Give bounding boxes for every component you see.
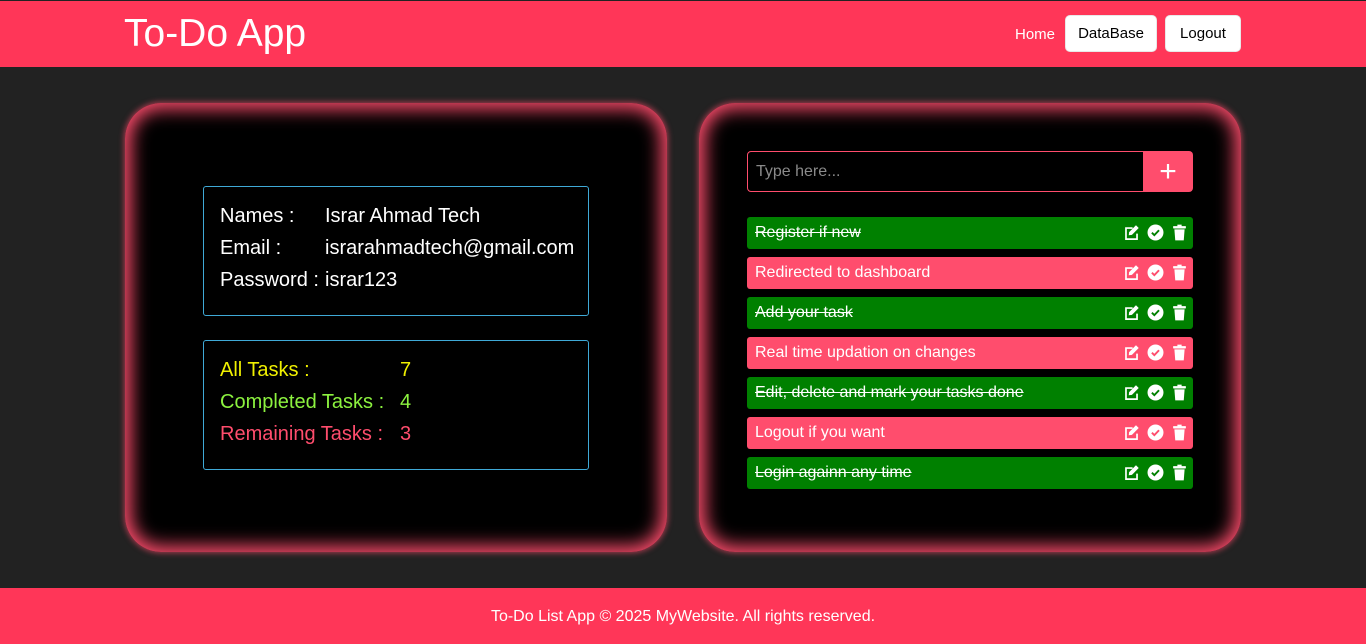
task-item: Add your task <box>747 297 1193 329</box>
database-button[interactable]: DataBase <box>1065 15 1157 52</box>
all-tasks-label: All Tasks : <box>220 359 310 381</box>
task-item: Edit, delete and mark your tasks done <box>747 377 1193 409</box>
password-label: Password : <box>220 269 319 291</box>
check-circle-icon[interactable] <box>1147 344 1164 361</box>
all-tasks-row: All Tasks : 7 <box>220 358 411 382</box>
task-text: Redirected to dashboard <box>755 264 931 281</box>
completed-tasks-row: Completed Tasks : 4 <box>220 390 411 414</box>
password-value: israr123 <box>325 269 398 291</box>
check-circle-icon[interactable] <box>1147 384 1164 401</box>
task-text: Real time updation on changes <box>755 344 976 361</box>
edit-icon[interactable] <box>1123 344 1140 361</box>
check-circle-icon[interactable] <box>1147 264 1164 281</box>
nav-home-link[interactable]: Home <box>1015 26 1055 43</box>
edit-icon[interactable] <box>1123 464 1140 481</box>
completed-tasks-label: Completed Tasks : <box>220 391 385 413</box>
edit-icon[interactable] <box>1123 424 1140 441</box>
trash-icon[interactable] <box>1171 264 1188 281</box>
footer-text: To-Do List App © 2025 MyWebsite. All rig… <box>490 608 876 625</box>
trash-icon[interactable] <box>1171 224 1188 241</box>
name-value: Israr Ahmad Tech <box>325 205 481 227</box>
task-item: Logout if you want <box>747 417 1193 449</box>
edit-icon[interactable] <box>1123 304 1140 321</box>
check-circle-icon[interactable] <box>1147 464 1164 481</box>
task-input-group: + <box>747 151 1193 192</box>
task-item: Real time updation on changes <box>747 337 1193 369</box>
task-item: Register if new <box>747 217 1193 249</box>
all-tasks-count: 7 <box>400 359 412 381</box>
name-label: Names : <box>220 205 295 227</box>
check-circle-icon[interactable] <box>1147 424 1164 441</box>
trash-icon[interactable] <box>1171 424 1188 441</box>
email-value: israrahmadtech@gmail.com <box>325 237 575 259</box>
profile-name-row: Names : Israr Ahmad Tech <box>220 204 480 228</box>
edit-icon[interactable] <box>1123 224 1140 241</box>
remaining-tasks-row: Remaining Tasks : 3 <box>220 422 411 446</box>
trash-icon[interactable] <box>1171 304 1188 321</box>
task-text: Logout if you want <box>755 424 885 441</box>
brand-title: To-Do App <box>124 12 307 55</box>
edit-icon[interactable] <box>1123 384 1140 401</box>
task-text: Register if new <box>755 224 861 241</box>
remaining-tasks-label: Remaining Tasks : <box>220 423 384 445</box>
logout-button[interactable]: Logout <box>1165 15 1241 52</box>
stats-box: All Tasks : 7 Completed Tasks : 4 Remain… <box>203 340 589 470</box>
task-text: Edit, delete and mark your tasks done <box>755 384 1024 401</box>
task-item: Redirected to dashboard <box>747 257 1193 289</box>
plus-icon: + <box>1159 155 1177 188</box>
profile-password-row: Password : israr123 <box>220 268 397 292</box>
footer: To-Do List App © 2025 MyWebsite. All rig… <box>0 588 1366 644</box>
edit-icon[interactable] <box>1123 264 1140 281</box>
task-item: Login againn any time <box>747 457 1193 489</box>
user-info-card: Names : Israr Ahmad Tech Email : israrah… <box>125 103 667 552</box>
navbar: To-Do App Home DataBase Logout <box>0 1 1366 67</box>
trash-icon[interactable] <box>1171 344 1188 361</box>
add-task-button[interactable]: + <box>1143 151 1193 192</box>
check-circle-icon[interactable] <box>1147 224 1164 241</box>
tasks-card: + Register if new Redirected to dashboard… <box>699 103 1241 552</box>
profile-email-row: Email : israrahmadtech@gmail.com <box>220 236 574 260</box>
email-label: Email : <box>220 237 282 259</box>
task-input[interactable] <box>747 151 1144 192</box>
task-text: Login againn any time <box>755 464 912 481</box>
trash-icon[interactable] <box>1171 464 1188 481</box>
profile-box: Names : Israr Ahmad Tech Email : israrah… <box>203 186 589 316</box>
trash-icon[interactable] <box>1171 384 1188 401</box>
remaining-tasks-count: 3 <box>400 423 412 445</box>
task-text: Add your task <box>755 304 853 321</box>
check-circle-icon[interactable] <box>1147 304 1164 321</box>
completed-tasks-count: 4 <box>400 391 412 413</box>
